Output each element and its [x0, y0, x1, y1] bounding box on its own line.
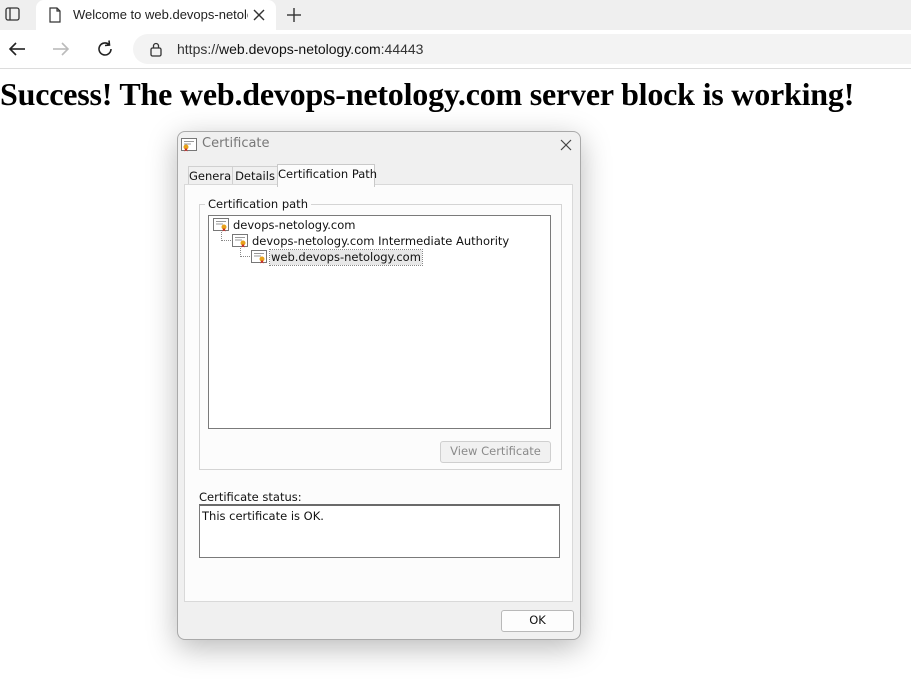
tab-panel: Certification path devops-netology.com d…: [184, 184, 573, 602]
certificate-status-text: This certificate is OK.: [202, 509, 324, 523]
certification-path-label: Certification path: [205, 197, 311, 211]
tree-node-label: devops-netology.com: [233, 218, 356, 232]
certificate-status-label: Certificate status:: [199, 490, 302, 504]
page-icon: [49, 7, 61, 23]
url-host: web.devops-netology.com: [219, 41, 381, 57]
tree-node-label: web.devops-netology.com: [269, 249, 423, 266]
certificate-icon: [213, 218, 229, 232]
browser-tab[interactable]: Welcome to web.devops-netolog: [36, 0, 276, 30]
dialog-title: Certificate: [202, 136, 270, 151]
back-arrow-icon[interactable]: [6, 38, 28, 60]
certificate-icon: [181, 138, 197, 152]
tree-connector: [240, 248, 250, 257]
certification-path-group: Certification path devops-netology.com d…: [199, 197, 562, 470]
close-icon[interactable]: [250, 6, 268, 24]
tab-details[interactable]: Details: [232, 166, 278, 186]
certification-path-tree[interactable]: devops-netology.com devops-netology.com …: [208, 215, 551, 429]
certificate-status-box[interactable]: This certificate is OK.: [199, 504, 560, 558]
url-port: :44443: [380, 41, 424, 57]
tab-actions-icon[interactable]: [4, 5, 22, 23]
certificate-icon: [232, 234, 248, 248]
plus-icon[interactable]: [284, 5, 304, 25]
tab-general[interactable]: General: [188, 166, 234, 186]
tab-strip: Welcome to web.devops-netolog: [0, 0, 911, 30]
refresh-icon[interactable]: [94, 38, 116, 60]
page-headline: Success! The web.devops-netology.com ser…: [0, 76, 855, 112]
tree-node-label: devops-netology.com Intermediate Authori…: [252, 234, 510, 248]
tab-title: Welcome to web.devops-netolog: [73, 7, 248, 22]
lock-icon[interactable]: [149, 41, 163, 57]
url-text[interactable]: https://web.devops-netology.com:44443: [177, 41, 423, 57]
address-bar[interactable]: https://web.devops-netology.com:44443: [133, 34, 911, 64]
browser-toolbar: https://web.devops-netology.com:44443: [0, 30, 911, 69]
certificate-icon: [251, 250, 267, 264]
certificate-dialog: Certificate General Details Certificatio…: [177, 131, 581, 640]
url-scheme: https://: [177, 41, 220, 57]
close-icon[interactable]: [556, 135, 576, 155]
ok-button[interactable]: OK: [501, 610, 574, 632]
tab-certification-path[interactable]: Certification Path: [277, 164, 377, 187]
forward-arrow-icon[interactable]: [50, 38, 72, 60]
tree-connector: [221, 232, 231, 241]
view-certificate-button[interactable]: View Certificate: [440, 441, 551, 463]
